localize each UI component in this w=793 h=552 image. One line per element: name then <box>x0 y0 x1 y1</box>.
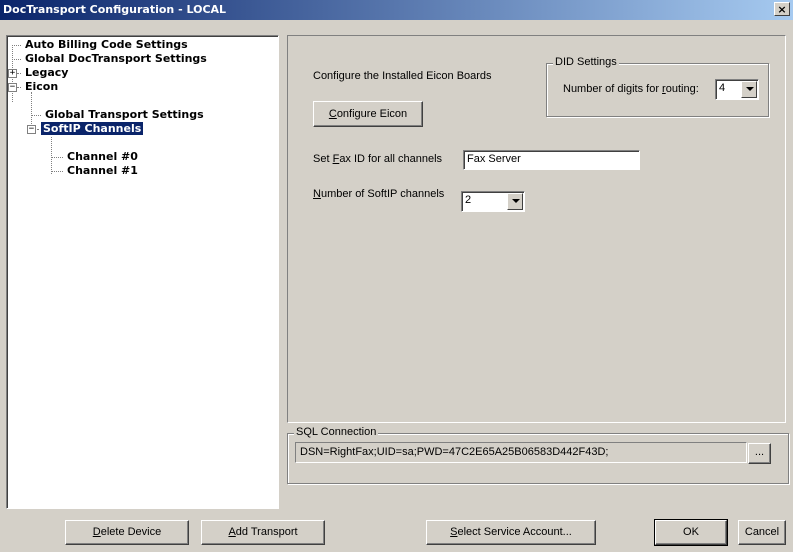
tree-connector <box>51 171 63 172</box>
close-icon[interactable]: × <box>774 2 790 16</box>
tree-item-label: SoftIP Channels <box>39 121 145 136</box>
delete-device-button[interactable]: Delete Device <box>65 520 189 545</box>
sql-browse-button[interactable]: ... <box>748 443 771 464</box>
tree-item-label: Channel #1 <box>67 164 138 177</box>
tree-item-global-doctransport[interactable]: Global DocTransport Settings <box>23 52 209 66</box>
fax-id-input[interactable]: Fax Server <box>463 150 640 170</box>
configure-eicon-button[interactable]: Configure Eicon <box>313 101 423 127</box>
collapse-icon[interactable]: − <box>27 125 36 134</box>
tree-item-legacy[interactable]: Legacy <box>23 66 70 80</box>
button-label-accel: A <box>228 526 236 538</box>
add-transport-button[interactable]: Add Transport <box>201 520 325 545</box>
tree-connector <box>17 87 21 88</box>
tree-item-label: Global DocTransport Settings <box>25 52 207 65</box>
tree-connector <box>17 73 21 74</box>
label-part: umber of SoftIP channels <box>320 188 445 200</box>
settings-tree[interactable]: + − − Auto Billing Code Settings Global … <box>6 35 279 509</box>
tree-item-auto-billing[interactable]: Auto Billing Code Settings <box>23 38 190 52</box>
digits-for-routing-select[interactable]: 4 <box>715 79 759 100</box>
configure-eicon-label: Configure the Installed Eicon Boards <box>313 70 492 82</box>
tree-item-label: Eicon <box>25 80 59 93</box>
ok-button[interactable]: OK <box>654 519 728 546</box>
did-settings-label: DID Settings <box>553 56 619 68</box>
select-service-account-button[interactable]: Select Service Account... <box>426 520 596 545</box>
digits-for-routing-label: Number of digits for routing: <box>563 83 699 95</box>
tree-item-channel-1[interactable]: Channel #1 <box>65 164 140 178</box>
softip-channels-value: 2 <box>465 194 472 206</box>
label-part: outing: <box>665 83 699 95</box>
label-part: Set <box>313 153 333 165</box>
sql-connection-label: SQL Connection <box>294 426 379 438</box>
tree-connector <box>31 115 41 116</box>
expand-icon[interactable]: + <box>8 69 17 78</box>
button-label-part: elete Device <box>100 526 162 538</box>
label-part: Number of digits for <box>563 83 663 95</box>
label-part: ax ID for all channels <box>339 153 443 165</box>
tree-item-channel-0[interactable]: Channel #0 <box>65 150 140 164</box>
button-label-accel: D <box>92 526 101 538</box>
softip-channels-label: Number of SoftIP channels <box>313 188 444 200</box>
softip-channels-select[interactable]: 2 <box>461 191 525 212</box>
button-label-accel: S <box>450 526 458 538</box>
sql-connection-string: DSN=RightFax;UID=sa;PWD=47C2E65A25B06583… <box>295 442 747 463</box>
tree-item-softip-channels[interactable]: SoftIP Channels <box>39 121 145 136</box>
digits-for-routing-value: 4 <box>719 82 726 94</box>
tree-item-eicon[interactable]: Eicon <box>23 80 60 94</box>
button-label-part: onfigure Eicon <box>336 108 408 120</box>
collapse-icon[interactable]: − <box>8 83 17 92</box>
button-label-accel: C <box>328 108 337 120</box>
button-label-part: dd Transport <box>235 526 298 538</box>
tree-connector <box>51 134 52 174</box>
tree-item-label: Auto Billing Code Settings <box>25 38 188 51</box>
tree-connector <box>12 45 21 46</box>
button-label-part: elect Service Account... <box>457 526 572 538</box>
tree-item-label: Legacy <box>25 66 69 79</box>
tree-connector <box>51 157 63 158</box>
title-bar[interactable]: DocTransport Configuration - LOCAL × <box>0 0 793 20</box>
window-title: DocTransport Configuration - LOCAL <box>3 3 227 16</box>
tree-item-label: Global Transport Settings <box>45 108 204 121</box>
label-accel: N <box>313 188 321 200</box>
fax-id-label: Set Fax ID for all channels <box>313 153 442 165</box>
chevron-down-icon[interactable] <box>507 193 523 210</box>
cancel-button[interactable]: Cancel <box>738 520 786 545</box>
tree-item-global-transport[interactable]: Global Transport Settings <box>43 108 206 122</box>
tree-connector <box>12 59 21 60</box>
tree-item-label: Channel #0 <box>67 150 138 163</box>
chevron-down-icon[interactable] <box>741 81 757 98</box>
